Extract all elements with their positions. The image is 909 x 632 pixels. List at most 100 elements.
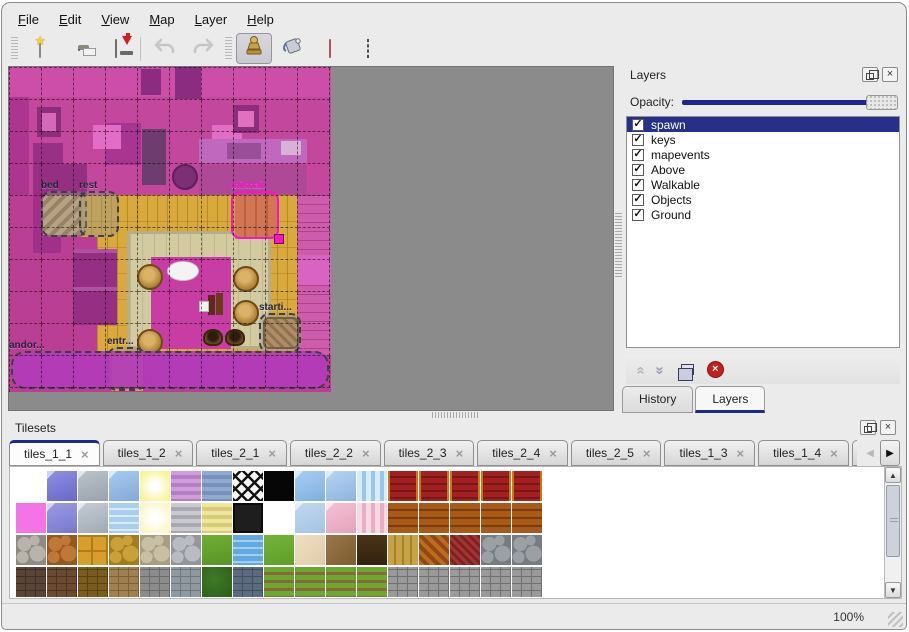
palette-tile-2-15[interactable] xyxy=(481,535,511,565)
layer-visible-checkbox[interactable]: ✓ xyxy=(632,119,644,131)
palette-tile-2-6[interactable] xyxy=(202,535,232,565)
map-object-rest[interactable] xyxy=(79,191,119,237)
palette-tile-3-3[interactable] xyxy=(109,567,139,597)
palette-tile-2-13[interactable] xyxy=(419,535,449,565)
layer-row-spawn[interactable]: ✓spawn xyxy=(627,117,899,132)
palette-tile-3-12[interactable] xyxy=(388,567,418,597)
palette-tile-1-12[interactable] xyxy=(388,503,418,533)
palette-tile-3-11[interactable] xyxy=(357,567,387,597)
object-resize-handle[interactable] xyxy=(274,234,284,244)
palette-tile-1-13[interactable] xyxy=(419,503,449,533)
tab-close-icon[interactable]: × xyxy=(456,447,464,460)
palette-tile-0-9[interactable] xyxy=(295,471,325,501)
tileset-tab-tiles_2_1[interactable]: tiles_2_1× xyxy=(196,440,287,466)
palette-tile-1-15[interactable] xyxy=(481,503,511,533)
layer-row-Walkable[interactable]: ✓Walkable xyxy=(627,177,899,192)
new-file-button[interactable]: ★ xyxy=(22,33,58,64)
stamp-button[interactable] xyxy=(236,33,272,64)
palette-tile-1-6[interactable] xyxy=(202,503,232,533)
palette-tile-1-1[interactable] xyxy=(47,503,77,533)
palette-tile-3-15[interactable] xyxy=(481,567,511,597)
palette-tile-1-16[interactable] xyxy=(512,503,542,533)
palette-tile-0-3[interactable] xyxy=(109,471,139,501)
palette-tile-3-10[interactable] xyxy=(326,567,356,597)
palette-tile-0-12[interactable] xyxy=(388,471,418,501)
palette-tile-0-1[interactable] xyxy=(47,471,77,501)
layer-row-Objects[interactable]: ✓Objects xyxy=(627,192,899,207)
scroll-up-icon[interactable]: ▲ xyxy=(885,467,901,483)
tab-scroll-right-icon[interactable]: ▶ xyxy=(880,440,900,466)
palette-tile-2-11[interactable] xyxy=(357,535,387,565)
open-button[interactable] xyxy=(60,33,96,64)
tileset-tab-tiles_2_2[interactable]: tiles_2_2× xyxy=(290,440,381,466)
palette-tile-2-8[interactable] xyxy=(264,535,294,565)
eraser-button[interactable] xyxy=(312,33,348,64)
lower-layer-icon[interactable]: » xyxy=(653,366,668,372)
layer-visible-checkbox[interactable]: ✓ xyxy=(632,134,644,146)
map-object-mikhail[interactable] xyxy=(231,191,279,239)
palette-tile-0-10[interactable] xyxy=(326,471,356,501)
palette-tile-2-16[interactable] xyxy=(512,535,542,565)
layers-panel-float-icon[interactable] xyxy=(862,67,878,82)
palette-tile-2-4[interactable] xyxy=(140,535,170,565)
layer-visible-checkbox[interactable]: ✓ xyxy=(632,149,644,161)
opacity-slider-handle[interactable] xyxy=(866,95,898,110)
palette-scrollbar[interactable]: ▲ ▼ xyxy=(884,467,901,598)
layer-row-Above[interactable]: ✓Above xyxy=(627,162,899,177)
tileset-tab-tiles_1_1[interactable]: tiles_1_1× xyxy=(9,440,100,466)
palette-tile-0-13[interactable] xyxy=(419,471,449,501)
tileset-tab-tiles_1_[interactable]: tiles_1_× xyxy=(852,440,857,466)
menu-item-view[interactable]: View xyxy=(91,9,139,30)
layer-visible-checkbox[interactable]: ✓ xyxy=(632,194,644,206)
palette-tile-0-11[interactable] xyxy=(357,471,387,501)
map-object-starti[interactable] xyxy=(259,313,301,353)
menu-item-layer[interactable]: Layer xyxy=(185,9,238,30)
layer-visible-checkbox[interactable]: ✓ xyxy=(632,179,644,191)
undo-button[interactable] xyxy=(147,33,183,64)
opacity-slider[interactable] xyxy=(682,92,898,112)
layer-row-mapevents[interactable]: ✓mapevents xyxy=(627,147,899,162)
layer-visible-checkbox[interactable]: ✓ xyxy=(632,209,644,221)
tile-palette[interactable]: ▲ ▼ xyxy=(9,466,902,599)
toolbar-grip[interactable] xyxy=(225,37,232,61)
palette-tile-2-7[interactable] xyxy=(233,535,263,565)
layer-row-keys[interactable]: ✓keys xyxy=(627,132,899,147)
tab-close-icon[interactable]: × xyxy=(737,447,745,460)
palette-tile-1-9[interactable] xyxy=(295,503,325,533)
palette-tile-0-4[interactable] xyxy=(140,471,170,501)
palette-tile-2-2[interactable] xyxy=(78,535,108,565)
tab-close-icon[interactable]: × xyxy=(81,448,89,461)
menu-item-edit[interactable]: Edit xyxy=(49,9,91,30)
palette-tile-1-11[interactable] xyxy=(357,503,387,533)
palette-tile-3-13[interactable] xyxy=(419,567,449,597)
palette-tile-2-1[interactable] xyxy=(47,535,77,565)
duplicate-layer-icon[interactable] xyxy=(681,364,694,375)
save-button[interactable] xyxy=(98,33,134,64)
vertical-splitter-handle[interactable] xyxy=(615,213,622,277)
palette-tile-2-5[interactable] xyxy=(171,535,201,565)
palette-tile-3-6[interactable] xyxy=(202,567,232,597)
palette-tile-0-15[interactable] xyxy=(481,471,511,501)
palette-tile-1-2[interactable] xyxy=(78,503,108,533)
raise-layer-icon[interactable]: « xyxy=(634,366,649,372)
map-canvas[interactable]: bedrestmikhailstarti...entr...andor... xyxy=(9,67,331,392)
palette-tile-3-4[interactable] xyxy=(140,567,170,597)
layers-panel-close-icon[interactable]: × xyxy=(882,67,898,82)
palette-tile-1-7[interactable] xyxy=(233,503,263,533)
map-object-andor[interactable] xyxy=(11,351,329,389)
palette-tile-0-5[interactable] xyxy=(171,471,201,501)
menu-item-file[interactable]: File xyxy=(8,9,49,30)
scrollbar-thumb[interactable] xyxy=(886,485,900,557)
palette-tile-3-5[interactable] xyxy=(171,567,201,597)
palette-tile-1-5[interactable] xyxy=(171,503,201,533)
delete-layer-icon[interactable]: × xyxy=(707,361,724,378)
palette-tile-0-6[interactable] xyxy=(202,471,232,501)
palette-tile-3-2[interactable] xyxy=(78,567,108,597)
tab-history[interactable]: History xyxy=(622,386,693,413)
redo-button[interactable] xyxy=(185,33,221,64)
menu-item-help[interactable]: Help xyxy=(237,9,284,30)
tileset-tab-tiles_2_4[interactable]: tiles_2_4× xyxy=(477,440,568,466)
palette-tile-2-12[interactable] xyxy=(388,535,418,565)
palette-tile-3-9[interactable] xyxy=(295,567,325,597)
resize-grip[interactable] xyxy=(888,612,903,627)
